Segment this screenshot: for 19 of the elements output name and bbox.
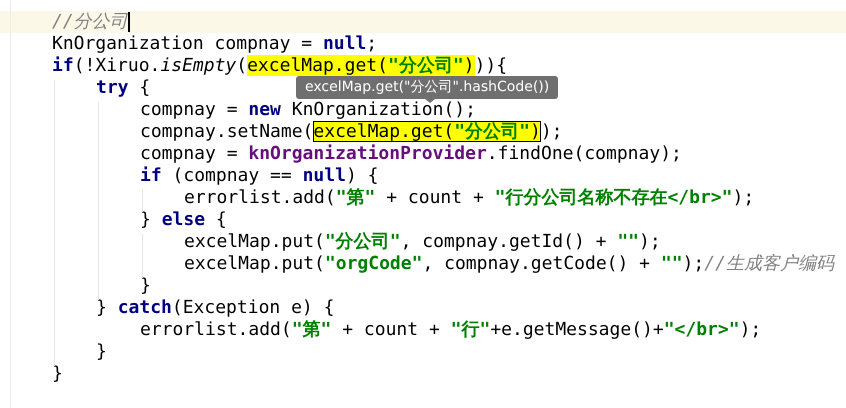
code-line: compnay = knOrganizationProvider.findOne(compnay); [140, 146, 682, 162]
code-line: } [140, 278, 151, 294]
code-line: if(!Xiruo.isEmpty(excelMap.get("分公司"))){ [52, 58, 508, 74]
code-line: //分公司 [52, 14, 128, 30]
code-line: errorlist.add("第" + count + "行分公司名称不存在</br>"); [184, 190, 754, 206]
code-line: errorlist.add("第" + count + "行"+e.getMessage()+"</br>"); [140, 322, 762, 338]
code-line: compnay = new KnOrganization(); [140, 102, 476, 118]
code-line: if (compnay == null) { [140, 168, 378, 184]
code-line: } [52, 366, 63, 382]
code-line: excelMap.put("分公司", compnay.getId() + ""); [184, 234, 661, 250]
text-caret [128, 12, 130, 32]
code-line: } [96, 344, 107, 360]
tooltip: excelMap.get("分公司".hashCode()) [296, 76, 558, 99]
code-line: excelMap.put("orgCode", compnay.getCode() + "");//生成客户编码 [184, 256, 834, 272]
code-line: } else { [140, 212, 227, 228]
code-line: KnOrganization compnay = null; [52, 36, 378, 52]
code-line: try { [96, 80, 150, 96]
tooltip-pointer-icon [425, 99, 435, 103]
code-line: } catch(Exception e) { [96, 300, 334, 316]
